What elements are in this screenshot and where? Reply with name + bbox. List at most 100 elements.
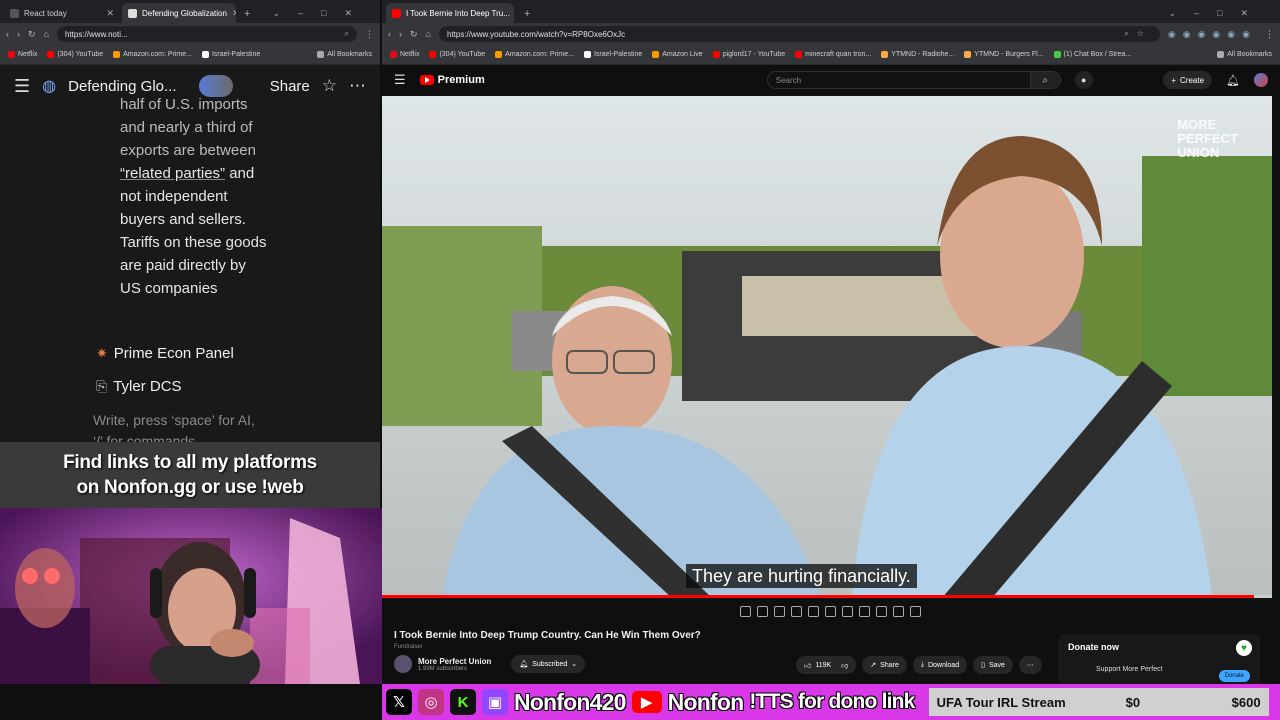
bookmark-youtube[interactable]: (304) YouTube — [429, 51, 485, 58]
back-icon[interactable]: ‹ — [388, 29, 391, 39]
bookmark-youtube[interactable]: (304) YouTube — [47, 51, 103, 58]
video-actions: 👍︎ 119K 👎︎ ↗ Share ⤓ Download ▯ Save ⋯ — [796, 656, 1042, 674]
related-parties-link[interactable]: “related parties” — [120, 165, 225, 182]
window-controls-icon[interactable]: ⌄–□✕ — [1168, 8, 1280, 19]
extensions-icon[interactable]: ◉◉◉◉◉◉ — [1168, 29, 1257, 40]
right-url-field[interactable]: https://www.youtube.com/watch?v=RP8Oxe6O… — [438, 26, 1160, 42]
video-progress-bar[interactable] — [382, 595, 1272, 598]
bookmark-amazon[interactable]: Amazon.com: Prime... — [495, 51, 574, 58]
youtube-logo[interactable]: Premium — [419, 74, 485, 86]
notifications-icon[interactable]: 🔔︎ — [1226, 74, 1240, 87]
theater-icon[interactable] — [808, 606, 819, 617]
like-button[interactable]: 👍︎ 119K 👎︎ — [796, 656, 857, 674]
stream-bottom-bar: 𝕏 ◎ K ▣ Nonfon420 ▶ Nonfon !TTS for dono… — [382, 684, 1280, 720]
audio-icon[interactable] — [757, 606, 768, 617]
bookmark-amazon[interactable]: Amazon.com: Prime... — [113, 51, 192, 58]
filter-icon[interactable] — [774, 606, 785, 617]
bookmark-piglord[interactable]: piglord17 - YouTube — [712, 51, 785, 58]
home-icon[interactable]: ⌂ — [426, 29, 431, 39]
menu-icon[interactable]: ☰ — [394, 72, 406, 88]
channel-name[interactable]: More Perfect Union — [418, 657, 491, 666]
extensions-icon[interactable]: ⋮ — [365, 29, 374, 40]
thumbs-down-icon[interactable]: 👎︎ — [841, 661, 848, 670]
notion-paragraph[interactable]: half of U.S. imports and nearly a third … — [120, 93, 290, 300]
speed-icon[interactable] — [859, 606, 870, 617]
frame-icon[interactable] — [876, 606, 887, 617]
bookmark-chat-box[interactable]: (1) Chat Box / Strea... — [1053, 51, 1131, 58]
channel-avatar[interactable] — [394, 655, 412, 673]
player-extension-bar — [740, 606, 921, 617]
page-title[interactable]: Defending Glo... — [68, 78, 176, 95]
subscribed-label: Subscribed — [532, 660, 568, 668]
amazon-icon — [495, 51, 503, 58]
bookmark-minecraft[interactable]: minecraft quan tron... — [795, 51, 871, 58]
create-button[interactable]: + Create — [1163, 71, 1213, 89]
close-tab-icon[interactable]: ✕ — [106, 8, 114, 19]
close-tab-icon[interactable]: ✕ — [232, 8, 236, 19]
donation-goal: UFA Tour IRL Stream $0 $600 — [928, 688, 1269, 716]
bookmark-netflix[interactable]: Netflix — [8, 51, 37, 58]
pip-icon[interactable] — [825, 606, 836, 617]
bookmark-amazon-live[interactable]: Amazon Live — [652, 51, 703, 58]
bell-icon: 🔔︎ — [519, 661, 529, 668]
settings-icon[interactable] — [910, 606, 921, 617]
zoom-icon[interactable]: ⌕ — [345, 29, 349, 39]
bookmark-all[interactable]: All Bookmarks — [317, 51, 372, 58]
new-tab-icon[interactable]: + — [244, 8, 250, 20]
kick-icon: K — [450, 689, 476, 715]
bookmark-all[interactable]: All Bookmarks — [1217, 51, 1272, 58]
download-button[interactable]: ⤓ Download — [912, 656, 968, 674]
back-icon[interactable]: ‹ — [6, 29, 9, 39]
bookmark-israel-palestine[interactable]: Israel-Palestine — [583, 51, 642, 58]
share-button[interactable]: Share — [270, 78, 310, 95]
bookmark-ytmnd-burgers[interactable]: YTMND - Burgers Fl... — [964, 51, 1044, 58]
share-button[interactable]: ↗ Share — [862, 656, 907, 674]
home-icon[interactable]: ⌂ — [44, 29, 49, 39]
bookmark-icon: ▯ — [981, 662, 985, 669]
address-actions-icon[interactable]: ⌕☆ — [1124, 29, 1152, 39]
subpage-tyler-dcs[interactable]: ⎘ Tyler DCS — [96, 378, 182, 395]
video-player[interactable]: MORE PERFECT UNION They are hurting fina… — [382, 96, 1272, 598]
voice-search-button[interactable]: ● — [1074, 71, 1093, 89]
tab-label: I Took Bernie Into Deep Tru... — [406, 8, 510, 18]
mini-player-icon[interactable] — [842, 606, 853, 617]
new-tab-icon[interactable]: + — [524, 8, 530, 20]
loop-icon[interactable] — [740, 606, 751, 617]
empty-block-placeholder[interactable]: Write, press ‘space’ for AI, — [93, 412, 255, 428]
bookmark-ytmnd-radiohead[interactable]: YTMND - Radiohe... — [881, 51, 954, 58]
tab-youtube-video[interactable]: I Took Bernie Into Deep Tru... ✕ — [386, 3, 514, 23]
tab-defending-globalization[interactable]: Defending Globalization ✕ — [122, 3, 236, 23]
channel-watermark: MORE PERFECT UNION — [1177, 118, 1238, 160]
search-button[interactable]: ⌕ — [1030, 71, 1061, 89]
screenshot-icon[interactable] — [893, 606, 904, 617]
account-avatar[interactable] — [1254, 73, 1268, 87]
save-button[interactable]: ▯ Save — [973, 656, 1013, 674]
ytmnd-icon — [964, 51, 972, 58]
save-label: Save — [988, 661, 1005, 669]
handle-nonfon: Nonfon — [667, 688, 744, 715]
bookmark-netflix[interactable]: Netflix — [390, 51, 419, 58]
playlist-icon[interactable] — [791, 606, 802, 617]
more-actions-button[interactable]: ⋯ — [1018, 656, 1042, 674]
text-fragment: and — [225, 165, 255, 182]
reload-icon[interactable]: ↻ — [410, 29, 418, 40]
subscribed-button[interactable]: 🔔︎ Subscribed ⌄ — [511, 655, 586, 673]
chat-icon — [1053, 51, 1061, 58]
donate-button[interactable]: Donate — [1218, 670, 1250, 682]
menu-icon[interactable]: ⋮ — [1265, 29, 1274, 40]
watermark-line: UNION — [1177, 145, 1220, 160]
bookmark-israel-palestine[interactable]: Israel-Palestine — [201, 51, 260, 58]
forward-icon[interactable]: › — [17, 29, 20, 39]
text-line: half of U.S. imports — [120, 96, 248, 113]
window-controls-icon[interactable]: ⌄–□✕ — [272, 8, 380, 19]
tab-react-today[interactable]: React today ✕ — [4, 3, 120, 23]
forward-icon[interactable]: › — [399, 29, 402, 39]
subpage-prime-econ-panel[interactable]: ✷ Prime Econ Panel — [96, 345, 234, 362]
channel-info: More Perfect Union 1.99M subscribers — [418, 657, 491, 672]
fundraiser-label: Fundraiser — [394, 644, 423, 650]
x-icon: 𝕏 — [386, 689, 412, 715]
left-url-field[interactable]: https://www.noti... ⌕ — [56, 26, 357, 42]
reload-icon[interactable]: ↻ — [28, 29, 36, 40]
search-input[interactable]: Search — [766, 71, 1031, 89]
create-label: Create — [1180, 75, 1205, 85]
